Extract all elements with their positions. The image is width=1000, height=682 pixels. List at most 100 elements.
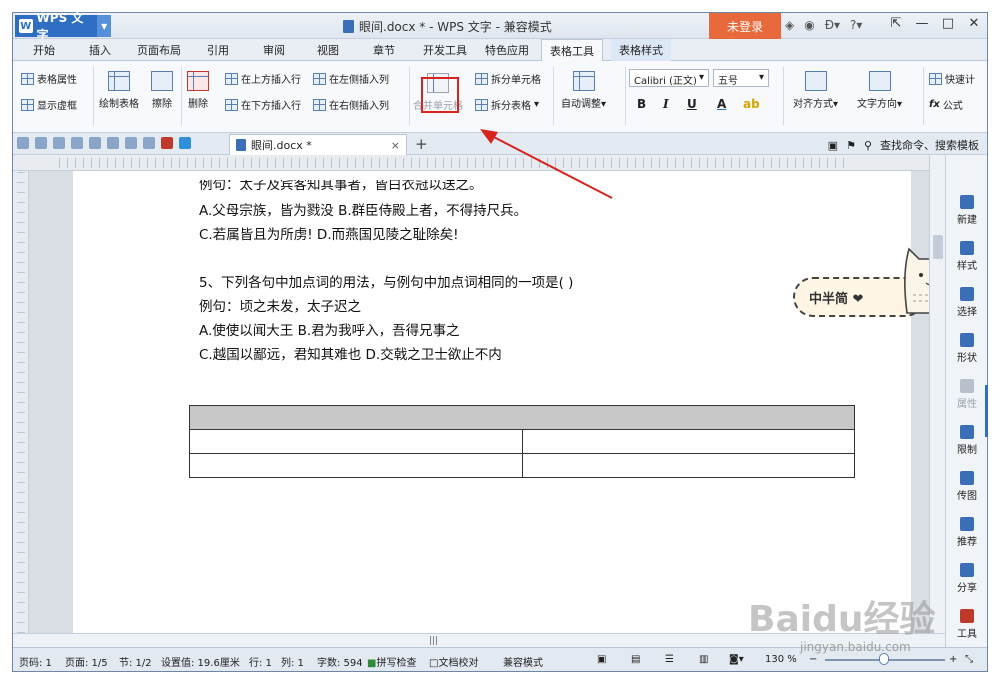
vertical-ruler[interactable] (13, 171, 29, 633)
close-tab-button[interactable]: × (391, 139, 400, 152)
settings-icon[interactable]: ◉ (804, 18, 814, 32)
bold-button[interactable]: B (637, 97, 646, 111)
text-direction-button[interactable]: 文字方向▾ (857, 71, 902, 110)
panel-recommend[interactable]: 推荐 (946, 517, 988, 548)
export-icon[interactable] (53, 137, 65, 149)
search-command[interactable]: ▣ ⚑ ⚲ 查找命令、搜索模板 (828, 137, 979, 153)
insert-col-right-button[interactable]: 在右侧插入列 (313, 97, 389, 112)
zoom-slider-handle[interactable] (879, 653, 889, 665)
page-view-icon[interactable]: ▤ (631, 654, 640, 665)
panel-new[interactable]: 新建 (946, 195, 988, 226)
document-tab[interactable]: 眼间.docx * × (229, 134, 407, 155)
panel-style[interactable]: 样式 (946, 241, 988, 272)
undo-icon[interactable] (107, 137, 119, 149)
tab-table-style[interactable]: 表格样式 (611, 39, 671, 61)
sync-icon[interactable]: Ð▾ (825, 18, 840, 32)
login-button[interactable]: 未登录 (709, 13, 781, 39)
table-cell[interactable] (189, 453, 523, 478)
tab-insert[interactable]: 插入 (89, 42, 111, 58)
table-cell[interactable] (189, 429, 523, 454)
align-button[interactable]: 对齐方式▾ (793, 71, 838, 110)
split-table-button[interactable]: 拆分表格 ▾ (475, 97, 539, 112)
formula-button[interactable]: fx 公式 (929, 97, 963, 112)
document-table[interactable] (189, 405, 855, 478)
layout-icon[interactable]: ▣ (828, 139, 838, 152)
font-color-button[interactable]: A (717, 97, 726, 111)
close-icon[interactable]: ✕ (965, 16, 983, 31)
tab-home[interactable]: 开始 (33, 42, 55, 58)
insert-row-above-button[interactable]: 在上方插入行 (225, 71, 301, 86)
tab-view[interactable]: 视图 (317, 42, 339, 58)
eraser-button[interactable]: 擦除 (151, 71, 173, 110)
fit-window-icon[interactable]: ⤡ (965, 654, 973, 665)
zoom-out-button[interactable]: − (809, 654, 817, 665)
outline-view-icon[interactable]: ☰ (665, 654, 674, 665)
horizontal-ruler[interactable] (13, 155, 929, 171)
text-line[interactable]: A.父母宗族，皆为戮没 B.群臣侍殿上者，不得持尺兵。 (199, 199, 527, 219)
panel-restrict[interactable]: 限制 (946, 425, 988, 456)
flag-icon[interactable]: ⚑ (846, 139, 856, 152)
tab-chapter[interactable]: 章节 (373, 42, 395, 58)
insert-col-left-button[interactable]: 在左侧插入列 (313, 71, 389, 86)
text-line[interactable]: 5、下列各句中加点词的用法，与例句中加点词相同的一项是( ) (199, 271, 573, 291)
auto-adjust-button[interactable]: 自动调整▾ (561, 71, 606, 110)
delete-button[interactable]: 删除 (187, 71, 209, 110)
tab-special[interactable]: 特色应用 (485, 42, 529, 58)
font-name-select[interactable]: Calibri (正文) ▾ (629, 69, 709, 87)
table-properties-button[interactable]: 表格属性 (21, 71, 77, 86)
open-icon[interactable] (17, 137, 29, 149)
preview-icon[interactable] (89, 137, 101, 149)
tab-developer[interactable]: 开发工具 (423, 42, 467, 58)
web-view-icon[interactable]: ▥ (699, 654, 708, 665)
font-size-select[interactable]: 五号 ▾ (713, 69, 769, 87)
help-icon[interactable]: ?▾ (850, 18, 862, 32)
merged-header-cell[interactable] (189, 405, 855, 430)
tab-review[interactable]: 审阅 (263, 42, 285, 58)
spell-check-toggle[interactable]: ■拼写检查 (367, 654, 416, 669)
highlight-icon[interactable]: ab (743, 97, 760, 111)
restore-icon[interactable]: ⇱ (887, 16, 905, 31)
panel-share[interactable]: 分享 (946, 563, 988, 594)
maximize-icon[interactable]: □ (939, 16, 957, 31)
panel-properties[interactable]: 属性 (946, 379, 988, 410)
save-icon[interactable] (35, 137, 47, 149)
panel-upload-image[interactable]: 传图 (946, 471, 988, 502)
insert-row-below-button[interactable]: 在下方插入行 (225, 97, 301, 112)
panel-shape[interactable]: 形状 (946, 333, 988, 364)
cube-icon[interactable] (179, 137, 191, 149)
table-cell[interactable] (521, 429, 855, 454)
vertical-scrollbar[interactable] (929, 155, 945, 633)
minimize-icon[interactable]: — (913, 16, 931, 31)
tab-page-layout[interactable]: 页面布局 (137, 42, 181, 58)
print-icon[interactable] (71, 137, 83, 149)
draw-table-button[interactable]: 绘制表格 (99, 71, 139, 110)
skin-icon[interactable]: ◈ (785, 18, 794, 32)
show-gridlines-button[interactable]: 显示虚框 (21, 97, 77, 112)
text-line[interactable]: 例句：顷之未发，太子迟之 (199, 295, 361, 315)
customize-icon[interactable] (143, 137, 155, 149)
text-line[interactable]: A.使使以闻大王 B.君为我呼入，吾得兄事之 (199, 319, 460, 339)
chevron-down-icon[interactable]: ▼ (97, 15, 112, 37)
quick-calc-button[interactable]: 快速计 (929, 71, 975, 86)
zoom-level[interactable]: 130 % (765, 654, 797, 665)
text-line[interactable]: C.越国以鄙远，君知其难也 D.交戟之卫士欲止不内 (199, 343, 502, 363)
status-word-count[interactable]: 字数: 594 (317, 654, 363, 669)
scrollbar-grip-icon[interactable]: ||| (429, 636, 438, 646)
zoom-in-button[interactable]: + (949, 654, 957, 665)
tab-table-tools[interactable]: 表格工具 (541, 39, 603, 61)
document-page[interactable]: 例句：太子及宾客知其事者，皆白衣冠以送之。 A.父母宗族，皆为戮没 B.群臣侍殿… (73, 171, 911, 633)
scrollbar-thumb[interactable] (933, 235, 943, 259)
new-tab-button[interactable]: + (415, 135, 428, 153)
fullscreen-view-icon[interactable]: ▣ (597, 654, 606, 665)
panel-select[interactable]: 选择 (946, 287, 988, 318)
text-line[interactable]: 例句：太子及宾客知其事者，皆白衣冠以送之。 (199, 180, 483, 193)
text-line[interactable]: C.若属皆且为所虏! D.而燕国见陵之耻除矣! (199, 223, 459, 243)
document-area[interactable]: 例句：太子及宾客知其事者，皆白衣冠以送之。 A.父母宗族，皆为戮没 B.群臣侍殿… (29, 171, 929, 633)
tab-reference[interactable]: 引用 (207, 42, 229, 58)
reading-mode-icon[interactable]: ◙▾ (729, 654, 744, 665)
doc-proof-toggle[interactable]: □文档校对 (429, 654, 478, 669)
wps-app-menu-button[interactable]: W WPS 文字 ▼ (15, 11, 112, 42)
panel-tools[interactable]: 工具 (946, 609, 988, 640)
underline-button[interactable]: U (687, 97, 697, 111)
wps-icon[interactable] (161, 137, 173, 149)
